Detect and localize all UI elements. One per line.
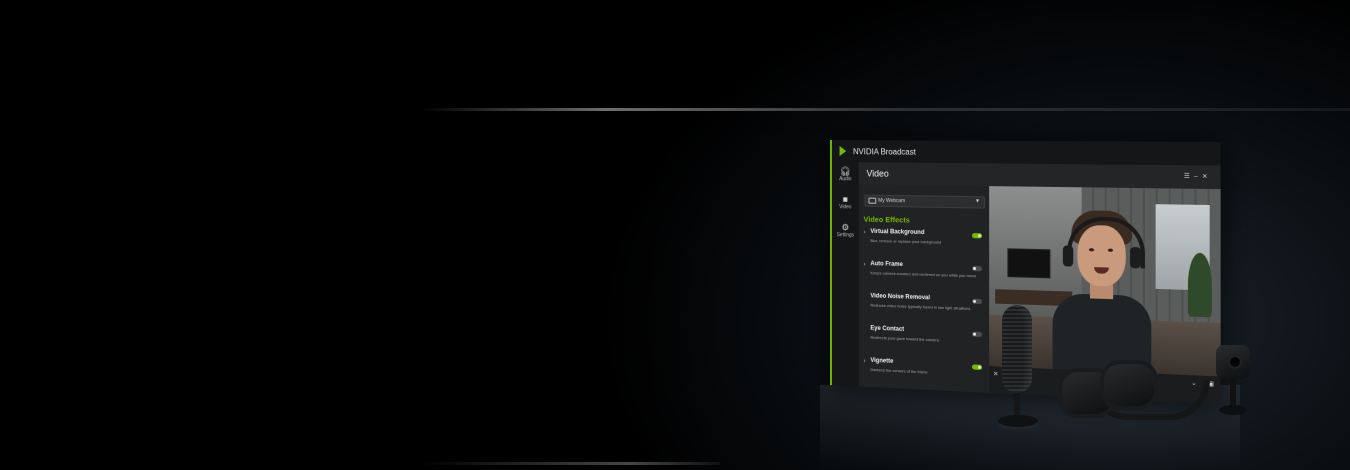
effect-description: Redirects your gaze toward the camera (870, 334, 939, 343)
window-controls: ☰–✕ (1184, 173, 1212, 181)
effect-toggle[interactable] (972, 298, 983, 305)
webcam-device (1213, 345, 1255, 420)
effect-eye-contact[interactable]: Eye Contact Redirects your gaze toward t… (864, 325, 986, 359)
effect-vignette[interactable]: › Vignette Darkens the corners of the fr… (864, 357, 986, 391)
chevron-right-icon[interactable]: › (864, 230, 866, 236)
headset-icon: 🎧︎ (839, 166, 851, 177)
camera-icon: ■ (842, 194, 848, 205)
effect-name: Eye Contact (870, 325, 905, 333)
effect-description: Keeps camera zoomed and centered on you … (870, 270, 977, 279)
effect-toggle[interactable] (972, 265, 983, 272)
device-select-value: My Webcam (878, 197, 906, 205)
nvidia-play-logo-icon (839, 146, 847, 157)
minimize-icon[interactable]: – (1194, 174, 1202, 180)
effect-description: Blur, remove or replace your background (870, 237, 942, 245)
effect-toggle[interactable] (972, 331, 983, 338)
room-plant (1187, 252, 1212, 318)
effect-name: Auto Frame (870, 261, 903, 269)
page-title: Video (866, 168, 889, 179)
close-icon[interactable]: ✕ (1202, 174, 1212, 181)
effect-virtual-background[interactable]: › Virtual Background Blur, remove or rep… (864, 229, 986, 260)
chevron-down-icon: ▼ (975, 198, 981, 205)
effect-auto-frame[interactable]: › Auto Frame Keeps camera zoomed and cen… (864, 261, 986, 293)
sidebar-item-label: Settings (836, 232, 855, 239)
room-tv (1007, 248, 1051, 279)
sidebar-item-audio[interactable]: 🎧︎ Audio (832, 166, 859, 182)
sidebar-nav: 🎧︎ Audio ■ Video ⚙ Settings (831, 162, 859, 387)
gear-icon: ⚙ (841, 222, 850, 233)
chevron-right-icon[interactable]: › (864, 359, 866, 365)
effect-name: Video Noise Removal (870, 293, 931, 302)
sidebar-item-video[interactable]: ■ Video (832, 194, 859, 210)
effect-toggle[interactable] (972, 233, 983, 239)
device-select[interactable]: My Webcam ▼ (864, 194, 986, 209)
chevron-right-icon[interactable]: › (864, 262, 866, 268)
headphones (1058, 360, 1210, 430)
effect-toggle[interactable] (972, 364, 983, 370)
left-fade-overlay (0, 0, 720, 470)
section-title: Video Effects (863, 214, 910, 225)
effects-panel: My Webcam ▼ Video Effects › Virtual Back… (858, 184, 990, 393)
effect-video-noise-removal[interactable]: Video Noise Removal Reduces video noise … (864, 293, 986, 326)
sidebar-item-label: Audio (839, 176, 852, 183)
sidebar-item-label: Video (839, 204, 852, 211)
streamer-person (1048, 210, 1153, 377)
effect-description: Darkens the corners of the frame (870, 366, 928, 375)
microphone (998, 305, 1038, 430)
effect-name: Vignette (870, 357, 894, 365)
effect-description: Reduces video noise typically found in l… (870, 302, 971, 311)
sidebar-item-settings[interactable]: ⚙ Settings (832, 222, 859, 239)
shelf-highlight-line (420, 108, 1350, 111)
floor-highlight-line (420, 462, 720, 465)
app-title: NVIDIA Broadcast (853, 147, 916, 157)
webcam-icon (868, 197, 877, 204)
menu-icon[interactable]: ☰ (1184, 174, 1194, 181)
effect-name: Virtual Background (870, 228, 925, 237)
